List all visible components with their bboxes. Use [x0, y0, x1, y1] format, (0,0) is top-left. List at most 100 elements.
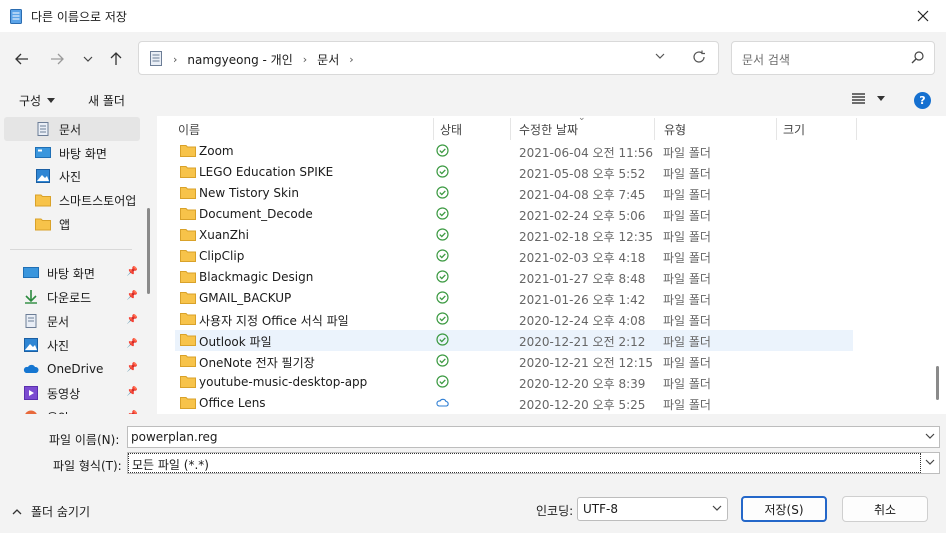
organize-button[interactable]: 구성	[19, 92, 56, 109]
sidebar-scrollbar[interactable]	[147, 208, 150, 294]
file-row[interactable]: Outlook 파일 2020-12-21 오전 2:12 파일 폴더	[175, 330, 853, 351]
refresh-icon[interactable]	[692, 50, 706, 64]
file-row[interactable]: youtube-music-desktop-app 2020-12-20 오후 8…	[175, 372, 853, 393]
column-divider[interactable]	[433, 118, 434, 140]
synced-status-icon	[436, 354, 449, 367]
sidebar-item-pinned-desktop[interactable]: 바탕 화면 📌	[4, 261, 140, 285]
chevron-down-icon[interactable]	[925, 458, 935, 466]
forward-button[interactable]	[46, 48, 68, 70]
sidebar-item-desktop[interactable]: 바탕 화면	[4, 141, 140, 165]
filename-field[interactable]: powerplan.reg	[127, 426, 940, 448]
file-type: 파일 폴더	[663, 146, 711, 160]
close-button[interactable]	[900, 0, 946, 32]
file-row[interactable]: GMAIL_BACKUP 2021-01-26 오후 1:42 파일 폴더	[175, 288, 853, 309]
sidebar-divider	[10, 249, 132, 250]
column-divider[interactable]	[510, 118, 511, 140]
save-button[interactable]: 저장(S)	[741, 496, 827, 522]
search-box[interactable]: 문서 검색	[731, 41, 935, 75]
sidebar-item-apps[interactable]: 앱	[4, 212, 140, 236]
file-date: 2021-01-27 오후 8:48	[519, 272, 646, 286]
file-row[interactable]: ClipClip 2021-02-03 오후 4:18 파일 폴더	[175, 246, 853, 267]
chevron-right-icon[interactable]: ›	[303, 53, 307, 66]
address-bar[interactable]: › namgyeong - 개인 › 문서 ›	[138, 41, 719, 75]
sidebar-item-label: 문서	[59, 122, 82, 137]
column-header-type[interactable]: 유형	[664, 116, 686, 142]
filetype-select[interactable]: 모든 파일 (*.*)	[127, 452, 940, 474]
file-type: 파일 폴더	[663, 377, 711, 391]
file-name: GMAIL_BACKUP	[199, 291, 292, 305]
cancel-button[interactable]: 취소	[842, 496, 928, 522]
search-icon[interactable]	[911, 51, 924, 64]
file-row[interactable]: 사용자 지정 Office 서식 파일 2020-12-24 오후 4:08 파일 …	[175, 309, 853, 330]
view-options-button[interactable]	[852, 93, 885, 104]
download-icon	[25, 290, 37, 304]
column-header-status[interactable]: 상태	[440, 116, 462, 142]
close-icon	[917, 10, 929, 22]
file-row[interactable]: OneNote 전자 필기장 2020-12-21 오전 12:15 파일 폴더	[175, 351, 853, 372]
sidebar-item-videos[interactable]: 동영상 📌	[4, 381, 140, 405]
sidebar-item-downloads[interactable]: 다운로드 📌	[4, 285, 140, 309]
recent-locations-button[interactable]	[77, 48, 99, 70]
sidebar-item-label: 바탕 화면	[47, 266, 95, 281]
column-header-size[interactable]: 크기	[783, 116, 805, 142]
folder-icon	[180, 166, 196, 178]
breadcrumb: › namgyeong - 개인 › 문서 ›	[173, 51, 354, 68]
sidebar-item-label: OneDrive	[47, 362, 104, 376]
help-button[interactable]: ?	[914, 92, 931, 109]
file-name: XuanZhi	[199, 228, 249, 242]
arrow-up-icon	[110, 52, 122, 65]
file-row[interactable]: XuanZhi 2021-02-18 오후 12:35 파일 폴더	[175, 225, 853, 246]
sidebar-item-pinned-documents[interactable]: 문서 📌	[4, 309, 140, 333]
sidebar-item-pictures[interactable]: 사진	[4, 164, 140, 188]
sidebar-item-documents[interactable]: 문서	[4, 117, 140, 141]
chevron-right-icon[interactable]: ›	[173, 53, 177, 66]
pin-icon: 📌	[126, 315, 138, 325]
file-date: 2021-06-04 오전 11:56	[519, 146, 654, 160]
up-button[interactable]	[105, 48, 127, 70]
address-dropdown-icon[interactable]	[655, 52, 665, 60]
file-row[interactable]: Document_Decode 2021-02-24 오후 5:06 파일 폴더	[175, 204, 853, 225]
file-row[interactable]: Office Lens 2020-12-20 오후 5:25 파일 폴더	[175, 393, 853, 414]
chevron-right-icon[interactable]: ›	[349, 53, 353, 66]
sidebar-item-smartstore[interactable]: 스마트스토어업	[4, 188, 140, 212]
file-row[interactable]: LEGO Education SPIKE 2021-05-08 오후 5:52 파일…	[175, 162, 853, 183]
column-divider[interactable]	[654, 118, 655, 140]
sidebar-item-onedrive[interactable]: OneDrive 📌	[4, 357, 140, 381]
sidebar-item-label: 사진	[47, 338, 70, 353]
new-folder-button[interactable]: 새 폴더	[88, 92, 125, 109]
breadcrumb-item-documents[interactable]: 문서	[317, 51, 339, 68]
file-row[interactable]: New Tistory Skin 2021-04-08 오후 7:45 파일 폴더	[175, 183, 853, 204]
encoding-select[interactable]: UTF-8	[577, 497, 728, 521]
file-list-scrollbar[interactable]	[936, 366, 939, 400]
file-row[interactable]: Zoom 2021-06-04 오전 11:56 파일 폴더	[175, 141, 853, 162]
organize-label: 구성	[19, 94, 42, 108]
file-type: 파일 폴더	[663, 293, 711, 307]
sidebar-item-pinned-pictures[interactable]: 사진 📌	[4, 333, 140, 357]
synced-status-icon	[436, 312, 449, 325]
search-input[interactable]: 문서 검색	[742, 51, 790, 68]
file-type: 파일 폴더	[663, 314, 711, 328]
back-button[interactable]	[11, 48, 33, 70]
file-name: ClipClip	[199, 249, 245, 263]
synced-status-icon	[436, 333, 449, 346]
synced-status-icon	[436, 144, 449, 157]
file-row[interactable]: Blackmagic Design 2021-01-27 오후 8:48 파일 폴더	[175, 267, 853, 288]
hide-folders-toggle[interactable]: 폴더 숨기기	[12, 503, 90, 520]
encoding-value: UTF-8	[583, 502, 618, 516]
filename-input[interactable]: powerplan.reg	[131, 430, 217, 444]
column-header-date[interactable]: 수정한 날짜	[519, 116, 578, 142]
sidebar-item-music[interactable]: 음악 📌	[4, 405, 140, 414]
folder-icon	[180, 313, 196, 325]
breadcrumb-item-user[interactable]: namgyeong - 개인	[187, 51, 292, 68]
file-name: Blackmagic Design	[199, 270, 314, 284]
pin-icon: 📌	[126, 291, 138, 301]
file-name: Office Lens	[199, 396, 266, 410]
navigation-pane: 문서 바탕 화면 사진 스마트스토어업 앱 바탕 화면 📌 다운로드 📌 문서 …	[0, 116, 157, 414]
column-divider[interactable]	[776, 118, 777, 140]
column-header-name[interactable]: 이름	[178, 116, 200, 142]
file-name: Zoom	[199, 144, 234, 158]
chevron-down-icon[interactable]	[925, 432, 935, 440]
file-type: 파일 폴더	[663, 356, 711, 370]
column-divider[interactable]	[856, 118, 857, 140]
folder-icon	[180, 187, 196, 199]
